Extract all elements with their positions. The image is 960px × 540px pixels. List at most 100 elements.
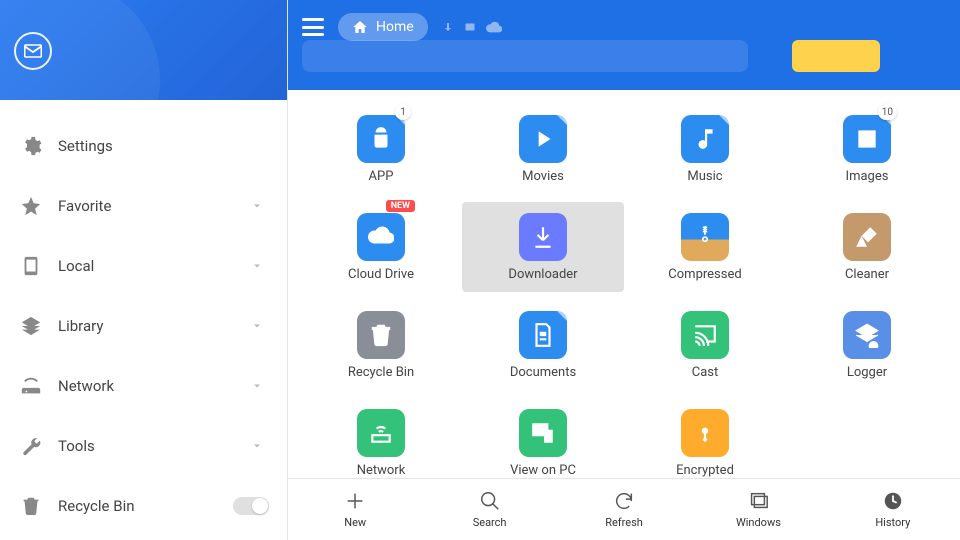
bottom-label: Refresh [605,516,643,529]
tile-logger[interactable]: Logger [786,300,948,390]
tile-downloader[interactable]: Downloader [462,202,624,292]
play-icon [530,126,556,152]
tool-grid: 1 APP Movies Music 10 Images [300,104,948,478]
sidebar-item-settings[interactable]: Settings [0,116,287,176]
layers-clock-icon [854,322,880,348]
sidebar-label-favorite: Favorite [58,197,111,215]
sidebar-item-tools[interactable]: Tools [0,416,287,476]
trash-icon [368,322,394,348]
windows-icon [747,490,769,512]
sidebar-label-settings: Settings [58,137,113,155]
main: Home 1 APP Movies [288,0,960,540]
chevron-down-icon [251,440,263,452]
tile-label: Cast [692,365,719,380]
tile-network[interactable]: Network [300,398,462,478]
tile-app[interactable]: 1 APP [300,104,462,194]
sidebar-item-favorite[interactable]: Favorite [0,176,287,236]
tile-compressed[interactable]: Compressed [624,202,786,292]
gear-icon [20,135,42,157]
arrow-down-icon[interactable] [442,21,454,33]
cloud-icon[interactable] [486,21,502,33]
document-icon [530,322,556,348]
tile-label: Cloud Drive [348,267,414,282]
search-icon [479,490,501,512]
home-icon [352,19,368,35]
tile-cloud-drive[interactable]: NEW Cloud Drive [300,202,462,292]
plus-icon [344,490,366,512]
tile-music[interactable]: Music [624,104,786,194]
android-icon [368,126,394,152]
bottom-bar: New Search Refresh Windows History [288,478,960,540]
key-icon [692,420,718,446]
badge-new: NEW [386,200,415,212]
tile-recycle-bin[interactable]: Recycle Bin [300,300,462,390]
cloud-icon [368,224,394,250]
tile-label: Logger [847,365,887,380]
badge: 1 [395,104,411,120]
tile-label: Network [357,463,406,478]
banner-button[interactable] [792,40,880,72]
sidebar-list: Settings Favorite Local Library Network [0,100,287,540]
mail-icon[interactable] [14,32,52,70]
badge: 10 [878,104,897,120]
tile-label: Images [846,169,889,184]
window-icon[interactable] [464,21,476,33]
bottom-new[interactable]: New [288,479,422,540]
tile-cast[interactable]: Cast [624,300,786,390]
hamburger-icon[interactable] [302,18,324,36]
banner-box [302,40,748,72]
bottom-windows[interactable]: Windows [691,479,825,540]
sidebar: Settings Favorite Local Library Network [0,0,288,540]
breadcrumb[interactable]: Home [338,13,428,41]
image-icon [854,126,880,152]
tile-encrypted[interactable]: Encrypted [624,398,786,478]
download-icon [530,224,556,250]
tile-label: Documents [510,365,576,380]
bottom-history[interactable]: History [826,479,960,540]
trash-icon [20,495,42,517]
tile-label: Cleaner [845,267,889,282]
sidebar-label-network: Network [58,377,114,395]
refresh-icon [613,490,635,512]
wrench-icon [20,435,42,457]
chevron-down-icon [251,380,263,392]
chevron-down-icon [251,320,263,332]
tile-label: Compressed [668,267,741,282]
chevron-down-icon [251,200,263,212]
tile-documents[interactable]: Documents [462,300,624,390]
grid-area: 1 APP Movies Music 10 Images [288,90,960,478]
tile-cleaner[interactable]: Cleaner [786,202,948,292]
sidebar-item-local[interactable]: Local [0,236,287,296]
sidebar-item-library[interactable]: Library [0,296,287,356]
layers-icon [20,315,42,337]
tile-label: Movies [522,169,564,184]
broom-icon [854,224,880,250]
router-icon [368,420,394,446]
chevron-down-icon [251,260,263,272]
tile-label: View on PC [510,463,576,478]
sidebar-label-library: Library [58,317,103,335]
bottom-search[interactable]: Search [422,479,556,540]
tile-view-on-pc[interactable]: View on PC [462,398,624,478]
sidebar-label-recycle-bin: Recycle Bin [58,497,135,515]
star-icon [20,195,42,217]
recycle-bin-toggle[interactable] [233,497,269,515]
sidebar-item-network[interactable]: Network [0,356,287,416]
bottom-refresh[interactable]: Refresh [557,479,691,540]
phone-icon [20,255,42,277]
zipper-icon [692,224,718,250]
tile-images[interactable]: 10 Images [786,104,948,194]
breadcrumb-label: Home [376,19,414,35]
breadcrumb-extras [442,21,502,33]
music-note-icon [692,126,718,152]
router-icon [20,375,42,397]
sidebar-label-local: Local [58,257,94,275]
bottom-label: History [875,516,910,529]
sidebar-label-tools: Tools [58,437,95,455]
clock-icon [882,490,904,512]
sidebar-item-recycle-bin[interactable]: Recycle Bin [0,476,287,536]
pc-phone-icon [530,420,556,446]
tile-movies[interactable]: Movies [462,104,624,194]
bottom-label: Windows [736,516,781,529]
banner-band [288,54,960,90]
